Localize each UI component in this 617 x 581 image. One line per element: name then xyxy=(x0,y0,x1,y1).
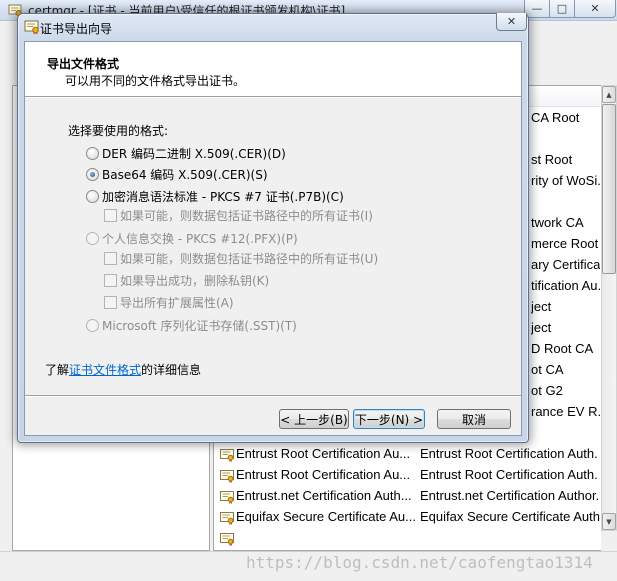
issuer-text-clipped: ary Certifica. xyxy=(531,257,600,272)
certificate-issued-to: Entrust Root Certification Au... xyxy=(236,467,411,482)
wizard-page-subtitle: 可以用不同的文件格式导出证书。 xyxy=(65,74,246,88)
option-sst-label: Microsoft 序列化证书存储(.SST)(T) xyxy=(102,318,297,333)
learn-more-prefix: 了解 xyxy=(45,363,70,377)
next-button[interactable]: 下一步(N) > xyxy=(353,409,425,429)
scroll-up-button[interactable]: ▲ xyxy=(602,86,616,103)
option-delete-private-key: 如果导出成功，删除私钥(K) xyxy=(104,272,269,288)
certificate-icon xyxy=(220,468,234,483)
issuer-text-clipped: ot CA xyxy=(531,362,564,377)
checkbox-pkcs12-include-chain xyxy=(104,251,117,265)
radio-der[interactable] xyxy=(86,146,99,160)
option-base64-label: Base64 编码 X.509(.CER)(S) xyxy=(102,167,268,182)
learn-more-text: 了解证书文件格式的详细信息 xyxy=(45,361,201,378)
certificate-issued-by: Equifax Secure Certificate Auth. xyxy=(420,509,600,524)
checkbox-pkcs7-include-chain xyxy=(104,208,117,222)
certificate-issued-by: Entrust Root Certification Auth. xyxy=(420,467,598,482)
issuer-text-clipped: st Root xyxy=(531,152,573,167)
scroll-down-button[interactable]: ▼ xyxy=(602,513,616,530)
certificate-issued-to: Entrust Root Certification Au... xyxy=(236,446,411,461)
watermark: https://blog.csdn.net/caofengtao1314 xyxy=(246,553,593,572)
option-pkcs7[interactable]: 加密消息语法标准 - PKCS #7 证书(.P7B)(C) xyxy=(86,188,344,204)
radio-pkcs7[interactable] xyxy=(86,189,99,203)
format-prompt: 选择要使用的格式: xyxy=(68,124,169,138)
certificate-export-wizard-dialog[interactable]: 证书导出向导 ✕ 导出文件格式 可以用不同的文件格式导出证书。 选择要使用的格式… xyxy=(17,13,529,443)
certificate-icon xyxy=(220,510,234,525)
minimize-icon: — xyxy=(531,2,543,15)
issuer-text-clipped: twork CA xyxy=(531,215,584,230)
dialog-client-area: 导出文件格式 可以用不同的文件格式导出证书。 选择要使用的格式: DER 编码二… xyxy=(24,41,522,436)
certificate-row[interactable]: Equifax Secure Certificate Au... Equifax … xyxy=(214,506,600,527)
radio-pkcs12 xyxy=(86,231,99,245)
wizard-page-title: 导出文件格式 xyxy=(47,57,120,71)
option-der-label: DER 编码二进制 X.509(.CER)(D) xyxy=(102,146,286,161)
cancel-button[interactable]: 取消 xyxy=(437,409,511,429)
option-pkcs12-label: 个人信息交换 - PKCS #12(.PFX)(P) xyxy=(102,231,298,246)
issuer-text-clipped: D Root CA xyxy=(531,341,594,356)
certificate-file-formats-link[interactable]: 证书文件格式 xyxy=(69,363,141,377)
certificate-row[interactable]: Entrust.net Certification Auth... Entrust… xyxy=(214,485,600,506)
issuer-text-clipped: rity of WoSi. xyxy=(531,173,600,188)
dialog-close-button[interactable]: ✕ xyxy=(496,13,527,31)
option-pkcs12-include-chain-label: 如果可能，则数据包括证书路径中的所有证书(U) xyxy=(120,251,379,266)
certificate-issued-to: Equifax Secure Certificate Au... xyxy=(236,509,416,524)
certificate-issued-by: Entrust Root Certification Auth. xyxy=(420,446,598,461)
certificate-icon xyxy=(220,489,234,504)
checkbox-export-extended-properties xyxy=(104,295,117,309)
option-export-extended-properties: 导出所有扩展属性(A) xyxy=(104,294,234,310)
back-button[interactable]: < 上一步(B) xyxy=(279,409,349,429)
checkbox-delete-private-key xyxy=(104,273,117,287)
issuer-text-clipped: ject xyxy=(531,299,552,314)
issuer-text-clipped: ot G2 xyxy=(531,383,563,398)
option-pkcs7-label: 加密消息语法标准 - PKCS #7 证书(.P7B)(C) xyxy=(102,189,344,204)
issuer-text-clipped: tification Au. xyxy=(531,278,600,293)
scroll-up-arrow-icon: ▲ xyxy=(606,90,612,99)
maximize-button[interactable]: □ xyxy=(549,0,575,18)
close-icon: ✕ xyxy=(506,15,517,28)
option-sst: Microsoft 序列化证书存储(.SST)(T) xyxy=(86,317,297,333)
list-vertical-scrollbar[interactable]: ▲ ▼ xyxy=(601,85,617,531)
learn-more-suffix: 的详细信息 xyxy=(141,363,202,377)
issuer-text-clipped: ject xyxy=(531,320,552,335)
certificate-issued-to: Entrust.net Certification Auth... xyxy=(236,488,412,503)
certificate-issued-by: Entrust.net Certification Author. xyxy=(420,488,600,503)
dialog-title: 证书导出向导 xyxy=(40,22,113,36)
option-export-extended-properties-label: 导出所有扩展属性(A) xyxy=(120,295,234,310)
issuer-text-clipped: merce Root . xyxy=(531,236,600,251)
option-der[interactable]: DER 编码二进制 X.509(.CER)(D) xyxy=(86,145,286,161)
radio-sst xyxy=(86,318,99,332)
option-delete-private-key-label: 如果导出成功，删除私钥(K) xyxy=(120,273,270,288)
button-area-separator xyxy=(25,395,521,397)
option-pkcs7-include-chain-label: 如果可能，则数据包括证书路径中的所有证书(I) xyxy=(120,208,373,223)
option-base64[interactable]: Base64 编码 X.509(.CER)(S) xyxy=(86,166,268,182)
certificate-icon xyxy=(220,531,234,546)
option-pkcs12: 个人信息交换 - PKCS #12(.PFX)(P) xyxy=(86,230,298,246)
issuer-text-clipped: CA Root xyxy=(531,110,580,125)
certificate-row[interactable]: Entrust Root Certification Au... Entrust … xyxy=(214,443,600,464)
issuer-text-clipped: rance EV R... xyxy=(531,404,600,419)
certificate-wizard-icon xyxy=(24,19,40,35)
maximize-icon: □ xyxy=(556,2,568,15)
certificate-icon xyxy=(220,447,234,462)
close-icon: ✕ xyxy=(590,2,600,15)
radio-base64[interactable] xyxy=(86,167,99,181)
scroll-thumb[interactable] xyxy=(602,104,616,274)
option-pkcs12-include-chain: 如果可能，则数据包括证书路径中的所有证书(U) xyxy=(104,250,378,266)
wizard-header: 导出文件格式 可以用不同的文件格式导出证书。 xyxy=(25,42,521,97)
certificate-row-partial[interactable] xyxy=(214,527,600,548)
certificate-row[interactable]: Entrust Root Certification Au... Entrust … xyxy=(214,464,600,485)
option-pkcs7-include-chain: 如果可能，则数据包括证书路径中的所有证书(I) xyxy=(104,207,373,223)
scroll-down-arrow-icon: ▼ xyxy=(606,517,612,526)
close-button[interactable]: ✕ xyxy=(574,0,616,18)
